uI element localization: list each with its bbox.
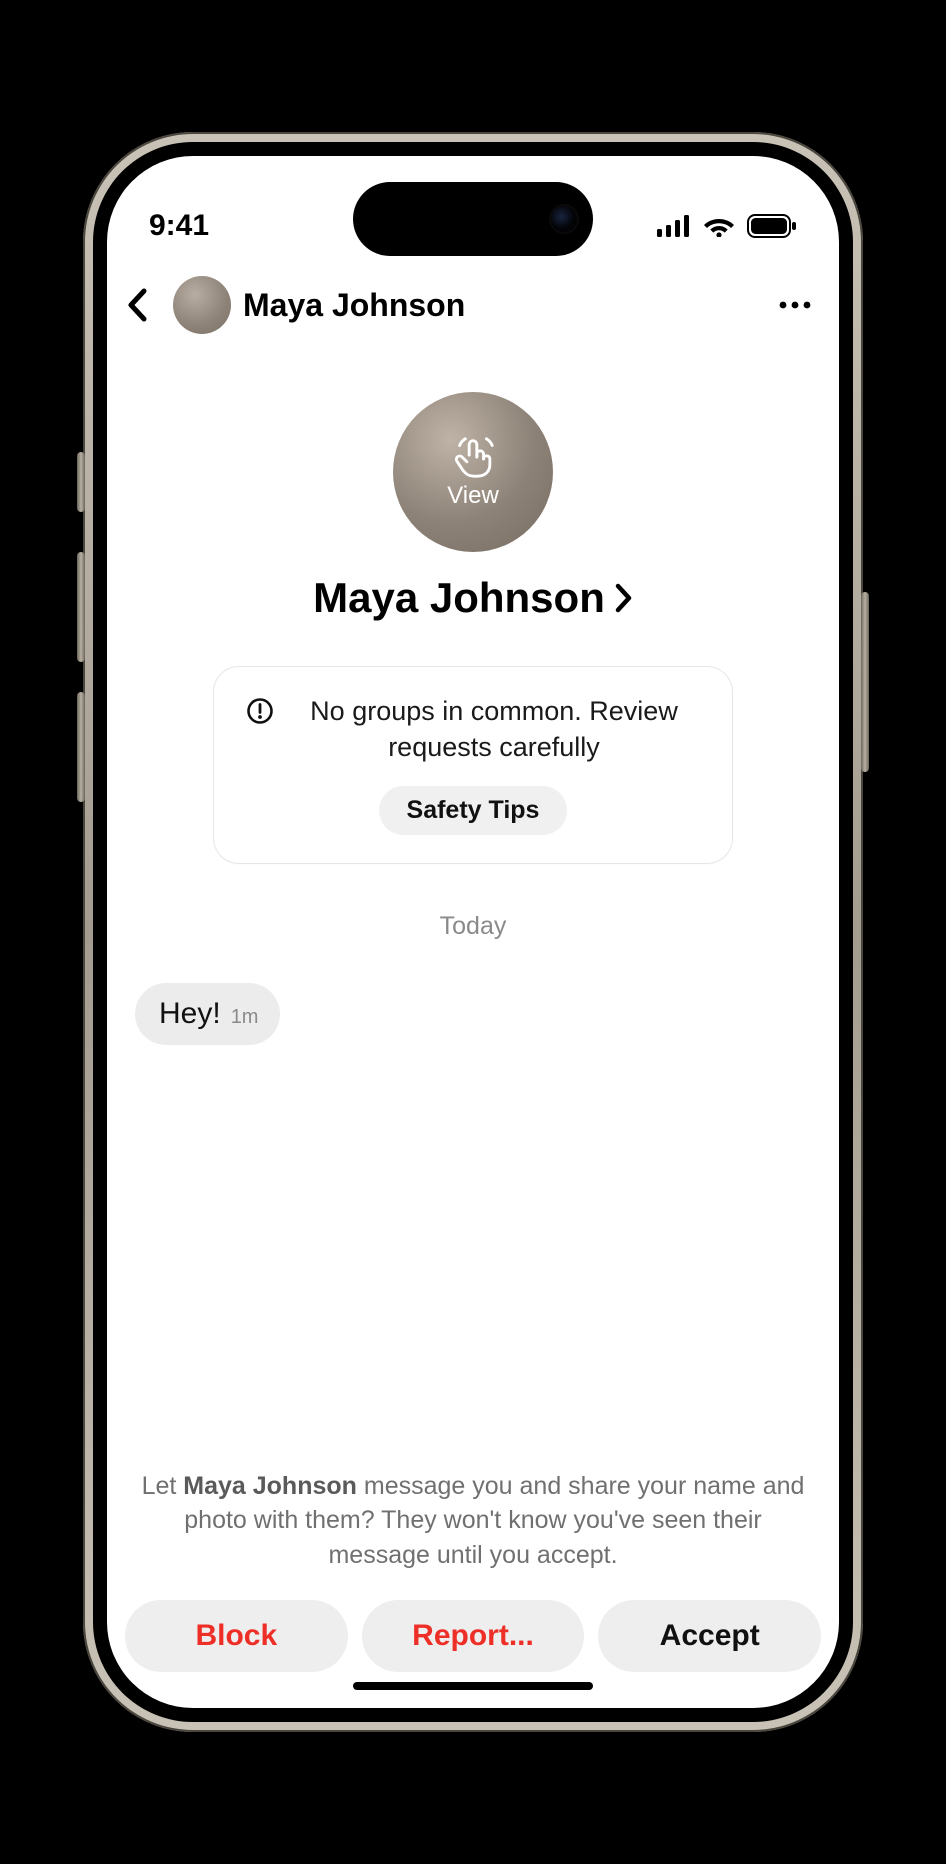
message-bubble[interactable]: Hey! 1m	[135, 983, 280, 1045]
message-row: Hey! 1m	[135, 983, 811, 1045]
screen: 9:41	[107, 156, 839, 1708]
report-button[interactable]: Report...	[362, 1600, 585, 1672]
message-text: Hey!	[159, 997, 221, 1031]
tap-hand-icon	[450, 434, 496, 480]
safety-message: No groups in common. Review requests car…	[288, 693, 700, 766]
safety-tips-button[interactable]: Safety Tips	[379, 786, 568, 835]
block-button[interactable]: Block	[125, 1600, 348, 1672]
more-horizontal-icon	[778, 300, 812, 310]
back-button[interactable]	[113, 281, 161, 329]
camera-lens-icon	[551, 206, 577, 232]
side-button-silent	[77, 452, 85, 512]
nav-header: Maya Johnson	[107, 266, 839, 344]
safety-card: No groups in common. Review requests car…	[213, 666, 733, 864]
nav-title[interactable]: Maya Johnson	[243, 287, 465, 324]
side-button-power	[861, 592, 869, 772]
cellular-icon	[657, 215, 691, 237]
side-button-volume-up	[77, 552, 85, 662]
day-separator: Today	[135, 912, 811, 941]
side-button-volume-down	[77, 692, 85, 802]
request-prompt: Let Maya Johnson message you and share y…	[125, 1469, 821, 1573]
status-time: 9:41	[149, 209, 209, 243]
phone-frame: 9:41	[83, 132, 863, 1732]
battery-icon	[747, 214, 797, 238]
alert-circle-icon	[246, 697, 274, 725]
chevron-left-icon	[126, 288, 148, 322]
more-button[interactable]	[771, 281, 819, 329]
avatar-small[interactable]	[173, 276, 231, 334]
home-indicator[interactable]	[353, 1682, 593, 1690]
accept-button[interactable]: Accept	[598, 1600, 821, 1672]
request-footer: Let Maya Johnson message you and share y…	[107, 1469, 839, 1709]
avatar-large[interactable]: View	[393, 392, 553, 552]
profile-name-row[interactable]: Maya Johnson	[313, 574, 633, 622]
request-text-name: Maya Johnson	[183, 1472, 357, 1500]
dynamic-island	[353, 182, 593, 256]
wifi-icon	[703, 215, 735, 237]
message-timestamp: 1m	[231, 1006, 259, 1029]
avatar-view-label: View	[447, 482, 499, 510]
request-text-prefix: Let	[142, 1472, 184, 1500]
chevron-right-icon	[615, 583, 633, 613]
profile-name: Maya Johnson	[313, 574, 605, 622]
